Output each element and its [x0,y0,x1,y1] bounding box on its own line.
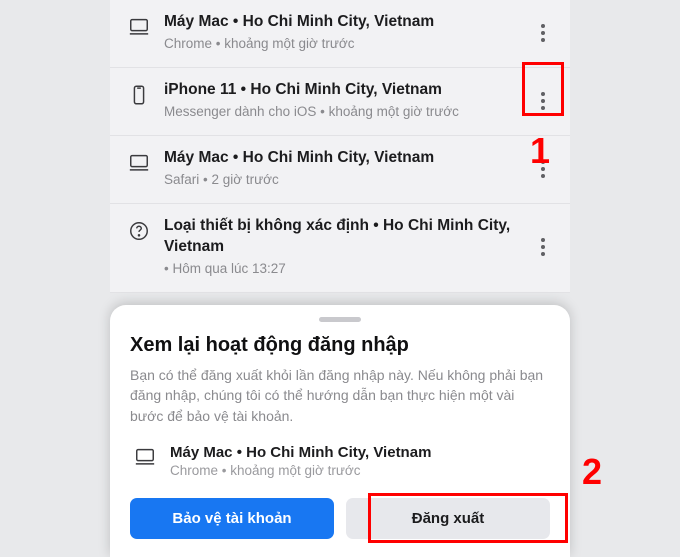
sheet-handle[interactable] [319,317,361,322]
more-menu-icon[interactable] [530,238,556,256]
device-sub: Messenger dành cho iOS • khoảng một giờ … [164,103,522,121]
device-list: Máy Mac • Ho Chi Minh City, Vietnam Chro… [110,0,570,293]
device-text: Máy Mac • Ho Chi Minh City, Vietnam Safa… [154,148,530,189]
sheet-device-row: Máy Mac • Ho Chi Minh City, Vietnam Chro… [130,444,550,478]
review-login-sheet: Xem lại hoạt động đăng nhập Bạn có thể đ… [110,305,570,557]
protect-account-button[interactable]: Bảo vệ tài khoản [130,498,334,539]
device-title: Máy Mac • Ho Chi Minh City, Vietnam [170,444,542,461]
sheet-description: Bạn có thể đăng xuất khỏi lần đăng nhập … [130,365,550,426]
device-text: Loại thiết bị không xác định • Ho Chi Mi… [154,216,530,278]
phone-icon [124,80,154,106]
device-row[interactable]: Máy Mac • Ho Chi Minh City, Vietnam Chro… [110,0,570,68]
more-menu-icon[interactable] [530,24,556,42]
device-sub: • Hôm qua lúc 13:27 [164,260,522,278]
device-title: Máy Mac • Ho Chi Minh City, Vietnam [164,12,522,33]
device-row[interactable]: Máy Mac • Ho Chi Minh City, Vietnam Safa… [110,136,570,204]
device-text: Máy Mac • Ho Chi Minh City, Vietnam Chro… [154,12,530,53]
desktop-icon [124,12,154,38]
logout-button[interactable]: Đăng xuất [346,498,550,539]
device-sub: Chrome • khoảng một giờ trước [164,35,522,53]
sheet-buttons: Bảo vệ tài khoản Đăng xuất [130,498,550,539]
more-menu-icon[interactable] [530,160,556,178]
desktop-icon [130,444,160,468]
device-row[interactable]: iPhone 11 • Ho Chi Minh City, Vietnam Me… [110,68,570,136]
device-row[interactable]: Loại thiết bị không xác định • Ho Chi Mi… [110,204,570,293]
device-sub: Chrome • khoảng một giờ trước [170,463,542,478]
unknown-device-icon [124,216,154,242]
device-title: Loại thiết bị không xác định • Ho Chi Mi… [164,216,522,258]
device-title: iPhone 11 • Ho Chi Minh City, Vietnam [164,80,522,101]
desktop-icon [124,148,154,174]
more-menu-icon[interactable] [530,92,556,110]
sheet-title: Xem lại hoạt động đăng nhập [130,334,550,357]
screen: Máy Mac • Ho Chi Minh City, Vietnam Chro… [0,0,680,557]
device-text: Máy Mac • Ho Chi Minh City, Vietnam Chro… [160,444,550,478]
device-text: iPhone 11 • Ho Chi Minh City, Vietnam Me… [154,80,530,121]
device-title: Máy Mac • Ho Chi Minh City, Vietnam [164,148,522,169]
annotation-number-2: 2 [582,451,602,493]
device-sub: Safari • 2 giờ trước [164,171,522,189]
